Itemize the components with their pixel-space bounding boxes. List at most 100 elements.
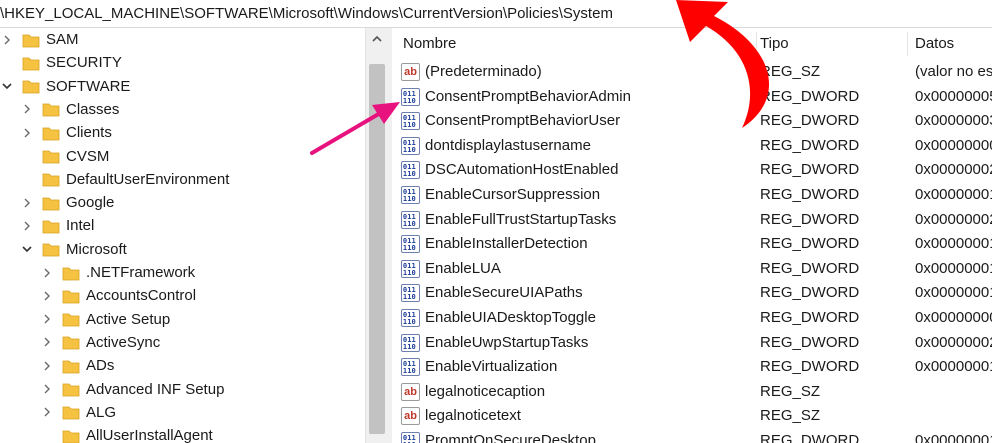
chevron-right-icon[interactable] [20,126,34,140]
registry-value-row[interactable]: 011 110 EnableCursorSuppression REG_DWORD 0x… [392,183,992,207]
chevron-down-icon[interactable] [20,242,34,256]
column-header-type[interactable]: Tipo [760,28,789,60]
column-header-name[interactable]: Nombre [403,28,456,60]
value-type: REG_SZ [760,382,821,400]
value-name: EnableCursorSuppression [425,186,601,203]
folder-icon [42,125,60,141]
chevron-right-icon[interactable] [40,405,54,419]
dword-value-icon: 011110 [401,358,420,377]
svg-text:110: 110 [403,342,416,351]
tree-item[interactable]: Active Setup [40,308,170,331]
chevron-right-icon[interactable] [20,196,34,210]
chevron-right-icon[interactable] [40,289,54,303]
chevron-right-icon[interactable] [20,219,34,233]
chevron-right-icon[interactable] [40,335,54,349]
value-data: 0x00000001 [915,235,992,253]
column-header-data[interactable]: Datos [915,28,954,60]
column-separator[interactable] [907,32,908,56]
folder-icon [62,404,80,420]
chevron-right-icon[interactable] [40,382,54,396]
folder-icon [62,334,80,350]
tree-item-label: AllUserInstallAgent [86,427,213,443]
chevron-right-icon[interactable] [0,33,14,47]
chevron-right-icon[interactable] [40,312,54,326]
tree-item[interactable]: SAM [0,28,79,51]
value-type: REG_DWORD [760,136,860,154]
registry-value-row[interactable]: ab legalnoticecaption REG_SZ [392,380,992,404]
tree-item-label: ADs [86,357,115,375]
tree-item[interactable]: SECURITY [0,51,122,74]
svg-text:110: 110 [403,170,416,179]
svg-text:110: 110 [403,293,416,302]
registry-value-row[interactable]: 011 110 EnableVirtualization REG_DWORD 0x000… [392,355,992,379]
tree-item[interactable]: Google [20,191,114,214]
chevron-right-icon[interactable] [40,359,54,373]
tree-item-label: Google [66,194,115,212]
svg-text:110: 110 [403,145,416,154]
value-data: 0x00000002 [915,210,992,228]
registry-value-row[interactable]: 011 110 ConsentPromptBehaviorUser REG_DWORD… [392,109,992,133]
value-data: 0x00000000 [915,136,992,154]
registry-value-row[interactable]: ab (Predeterminado) REG_SZ (valor no es [392,60,992,84]
tree-item[interactable]: CVSM [20,145,109,168]
chevron-down-icon[interactable] [0,79,14,93]
chevron-right-icon[interactable] [20,102,34,116]
registry-value-row[interactable]: 011 110 EnableSecureUIAPaths REG_DWORD 0x000… [392,281,992,305]
svg-text:110: 110 [403,96,416,105]
chevron-right-icon[interactable] [40,266,54,280]
registry-value-row[interactable]: 011 110 EnableInstallerDetection REG_DWORD 0… [392,232,992,256]
registry-value-row[interactable]: 011 110 EnableFullTrustStartupTasks REG_DWO… [392,208,992,232]
dword-value-icon: 011110 [401,284,420,303]
string-value-icon: ab [401,63,420,81]
tree-item[interactable]: Microsoft [20,238,127,261]
registry-value-row[interactable]: 011110 PromptOnSecureDesktop REG_DWORD 0x00… [392,429,992,443]
tree-item[interactable]: ActiveSync [40,331,160,354]
address-bar[interactable]: \HKEY_LOCAL_MACHINE\SOFTWARE\Microsoft\W… [0,0,992,28]
tree-scrollbar[interactable] [365,28,388,443]
value-type: REG_DWORD [760,210,860,228]
registry-value-row[interactable]: 011 110 dontdisplaylastusername REG_DWORD 0x… [392,134,992,158]
dword-value-icon: 011110 [401,235,420,254]
tree-item[interactable]: Classes [20,98,119,121]
value-name: EnableFullTrustStartupTasks [425,210,617,228]
value-data: 0x00000001 [915,358,992,376]
registry-value-row[interactable]: 011 110 ConsentPromptBehaviorAdmin REG_DWOR… [392,85,992,109]
tree-item[interactable]: Advanced INF Setup [40,378,224,401]
scroll-up-arrow-icon[interactable] [370,32,384,46]
value-data: 0x00000000 [915,309,992,326]
tree-item-label: Advanced INF Setup [86,380,225,398]
tree-item[interactable]: Intel [20,214,94,237]
tree-item[interactable]: AccountsControl [40,284,196,307]
tree-item[interactable]: ALG [40,401,116,424]
folder-icon [62,428,80,443]
registry-value-row[interactable]: 011 110 EnableLUA REG_DWORD 0x00000001 [392,257,992,281]
registry-value-row[interactable]: 011 110 EnableUwpStartupTasks REG_DWORD 0x00… [392,331,992,355]
value-name: legalnoticecaption [425,382,546,400]
scroll-thumb[interactable] [369,64,385,434]
value-type: REG_DWORD [760,112,860,130]
tree-item-label: ActiveSync [86,333,161,351]
tree-item-label: Intel [66,217,95,235]
tree-item-label: SOFTWARE [46,77,131,95]
tree-item[interactable]: ADs [40,354,114,377]
registry-value-row[interactable]: 011 110 DSCAutomationHostEnabled REG_DWORD 0… [392,158,992,182]
folder-icon [22,55,40,71]
value-name: EnableLUA [425,259,501,277]
value-name: DSCAutomationHostEnabled [425,161,619,179]
folder-icon [42,148,60,164]
registry-value-row[interactable]: 011 110 EnableUIADesktopToggle REG_DWORD 0x0… [392,306,992,330]
tree-item[interactable]: AllUserInstallAgent [40,424,213,443]
tree-item[interactable]: .NETFramework [40,261,195,284]
tree-item-label: DefaultUserEnvironment [66,170,230,188]
tree-item[interactable]: DefaultUserEnvironment [20,168,229,191]
string-value-icon: ab [401,407,420,426]
value-name: ConsentPromptBehaviorAdmin [425,87,631,105]
registry-tree[interactable]: SAM SECURITY SOFTWARE Classes Clients CVSM Def… [0,28,365,443]
registry-value-row[interactable]: ab legalnoticetext REG_SZ [392,404,992,428]
value-name: EnableUwpStartupTasks [425,333,589,351]
value-type: REG_DWORD [760,284,860,302]
column-separator[interactable] [756,32,757,56]
tree-item[interactable]: SOFTWARE [0,75,130,98]
tree-item[interactable]: Clients [20,121,112,144]
